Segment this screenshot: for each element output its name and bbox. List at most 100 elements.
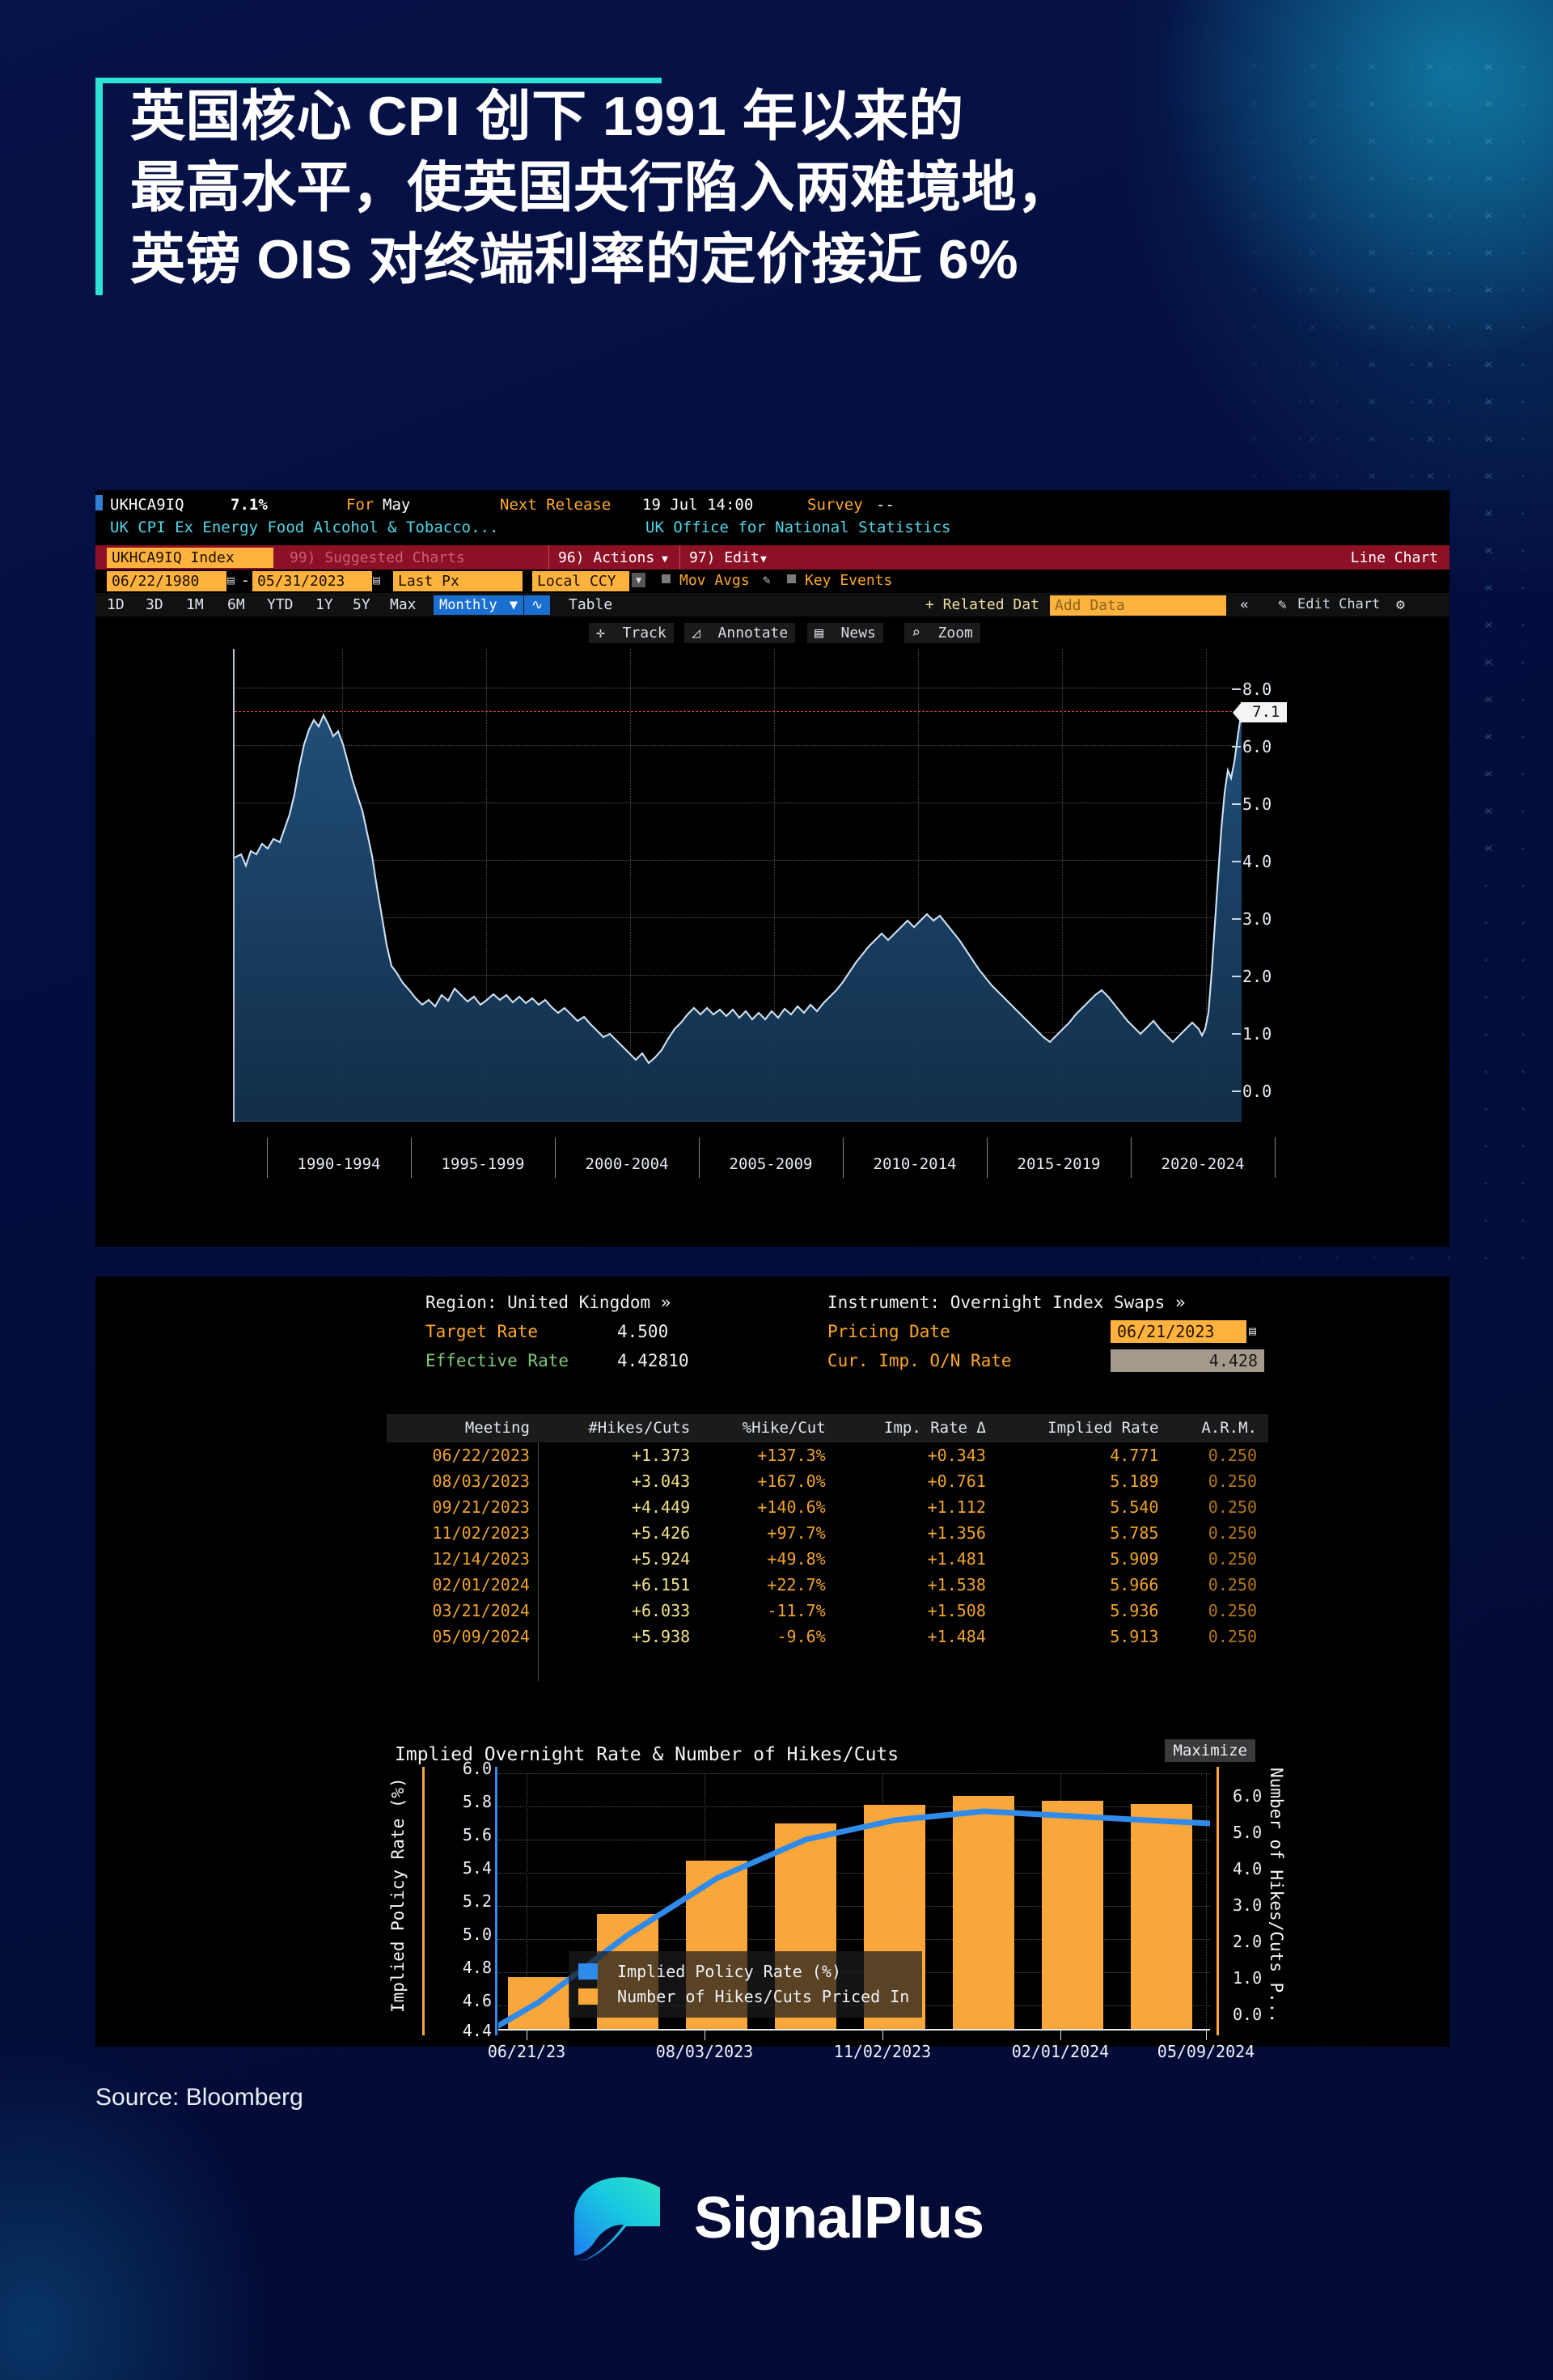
cell-hikes: +6.033	[541, 1598, 701, 1624]
instrument-label[interactable]: Instrument: Overnight Index Swaps »	[827, 1293, 1186, 1312]
chart-type-label: Line Chart	[1351, 549, 1438, 566]
col-imp-rate-delta: Imp. Rate Δ	[837, 1414, 997, 1442]
track-tool[interactable]: ✛ Track	[589, 623, 674, 643]
page-title: 英国核心 CPI 创下 1991 年以来的 最高水平，使英国央行陷入两难境地， …	[95, 78, 1357, 295]
date-from-calendar-icon[interactable]: ▤	[227, 573, 235, 587]
period-ytd[interactable]: YTD	[267, 596, 294, 613]
suggested-charts-button[interactable]: 99) Suggested Charts	[290, 549, 465, 566]
x-tick-1995: 1995-1999	[411, 1155, 555, 1173]
table-row[interactable]: 05/09/2024 +5.938 -9.6% +1.484 5.913 0.2…	[387, 1624, 1268, 1649]
zoom-tool[interactable]: ⌕ Zoom	[904, 623, 980, 643]
cell-meeting: 11/02/2023	[387, 1520, 541, 1546]
related-data-button[interactable]: + Related Dat	[925, 596, 1039, 613]
y-tick-5: 5.0	[1242, 794, 1272, 814]
cell-arm: 0.250	[1170, 1598, 1268, 1624]
gear-icon[interactable]: ⚙	[1396, 596, 1405, 613]
table-row[interactable]: 06/22/2023 +1.373 +137.3% +0.343 4.771 0…	[387, 1442, 1268, 1468]
current-value-badge: 7.1	[1241, 702, 1287, 722]
left-tick-44: 4.4	[463, 2021, 492, 2040]
cell-implied: 5.936	[997, 1598, 1170, 1624]
for-label: For	[346, 496, 374, 514]
period-max[interactable]: Max	[390, 596, 417, 613]
date-to-input[interactable]: 05/31/2023	[252, 571, 372, 591]
cell-implied: 5.540	[997, 1494, 1170, 1520]
table-row[interactable]: 03/21/2024 +6.033 -11.7% +1.508 5.936 0.…	[387, 1598, 1268, 1624]
right-tick-2: 2.0	[1233, 1932, 1262, 1951]
cell-delta: +1.538	[837, 1572, 997, 1598]
collapse-button[interactable]: «	[1240, 596, 1249, 613]
period-1y[interactable]: 1Y	[315, 596, 333, 613]
edit-chart-button[interactable]: Edit Chart	[1297, 596, 1380, 612]
period-3d[interactable]: 3D	[146, 596, 163, 613]
cell-pct: +49.8%	[701, 1546, 837, 1572]
terminal-command-bar: UKHCA9IQ Index 99) Suggested Charts 96) …	[95, 545, 1449, 570]
currency-chevron-down-icon[interactable]: ▼	[632, 573, 645, 587]
edit-chart-pencil-icon[interactable]: ✎	[1278, 596, 1287, 613]
actions-chevron-down-icon[interactable]: ▼	[662, 553, 668, 565]
survey-value: --	[876, 496, 895, 514]
price-type-select[interactable]: Last Px	[393, 571, 523, 591]
key-events-label[interactable]: Key Events	[805, 572, 892, 589]
right-tick-4: 4.0	[1233, 1859, 1262, 1878]
y-tick-4: 4.0	[1242, 852, 1272, 871]
edit-menu[interactable]: 97) Edit	[689, 549, 760, 566]
maximize-button[interactable]: Maximize	[1165, 1739, 1255, 1762]
frequency-label: Monthly	[439, 597, 497, 613]
title-line-3: 英镑 OIS 对终端利率的定价接近 6%	[130, 224, 1073, 295]
col-implied-rate: Implied Rate	[997, 1414, 1170, 1442]
pencil-icon[interactable]: ✎	[763, 572, 771, 587]
period-1d[interactable]: 1D	[107, 596, 125, 613]
col-arm: A.R.M.	[1170, 1414, 1268, 1442]
right-tick-5: 5.0	[1233, 1823, 1262, 1842]
cur-imp-rate-label: Cur. Imp. O/N Rate	[827, 1351, 1012, 1370]
frequency-select[interactable]: Monthly ▼	[434, 595, 523, 615]
pricing-date-input[interactable]: 06/21/2023	[1111, 1320, 1246, 1343]
edit-chevron-down-icon[interactable]: ▼	[760, 553, 767, 565]
survey-label: Survey	[807, 496, 863, 514]
cell-hikes: +4.449	[541, 1494, 701, 1520]
table-row[interactable]: 11/02/2023 +5.426 +97.7% +1.356 5.785 0.…	[387, 1520, 1268, 1546]
y-tick-3: 3.0	[1242, 909, 1272, 929]
right-tick-6: 6.0	[1233, 1786, 1262, 1806]
cpi-chart-x-axis: 1990-1994 1995-1999 2000-2004 2005-2009 …	[233, 1137, 1382, 1186]
next-release-label: Next Release	[500, 496, 611, 514]
x-tick-1990: 1990-1994	[267, 1155, 411, 1173]
pricing-date-label: Pricing Date	[827, 1322, 950, 1341]
actions-menu[interactable]: 96) Actions	[558, 549, 654, 566]
security-field[interactable]: UKHCA9IQ Index	[107, 548, 273, 568]
cell-pct: +22.7%	[701, 1572, 837, 1598]
table-row[interactable]: 12/14/2023 +5.924 +49.8% +1.481 5.909 0.…	[387, 1546, 1268, 1572]
cell-hikes: +6.151	[541, 1572, 701, 1598]
annotate-tool[interactable]: ◿ Annotate	[684, 623, 795, 643]
table-row[interactable]: 09/21/2023 +4.449 +140.6% +1.112 5.540 0…	[387, 1494, 1268, 1520]
pricing-date-calendar-icon[interactable]: ▤	[1249, 1323, 1256, 1338]
x2-tick-2: 11/02/2023	[810, 2042, 955, 2061]
period-5y[interactable]: 5Y	[353, 596, 370, 613]
cell-delta: +0.343	[837, 1442, 997, 1468]
ticker-color-swatch	[95, 495, 103, 510]
key-events-checkbox[interactable]	[787, 572, 801, 587]
left-outer-axis-line	[422, 1767, 425, 2035]
period-1m[interactable]: 1M	[186, 596, 204, 613]
left-tick-56: 5.6	[463, 1825, 492, 1844]
date-from-input[interactable]: 06/22/1980	[107, 571, 226, 591]
table-row[interactable]: 02/01/2024 +6.151 +22.7% +1.538 5.966 0.…	[387, 1572, 1268, 1598]
cell-pct: +167.0%	[701, 1468, 837, 1494]
legend-item-policy-rate: Implied Policy Rate (%)	[578, 1959, 909, 1984]
add-data-input[interactable]: Add Data	[1050, 595, 1226, 616]
ticker-symbol: UKHCA9IQ	[110, 496, 184, 514]
table-view-button[interactable]: Table	[569, 596, 612, 613]
effective-rate-label: Effective Rate	[425, 1351, 569, 1370]
cell-meeting: 12/14/2023	[387, 1546, 541, 1572]
mov-avgs-label[interactable]: Mov Avgs	[679, 572, 750, 589]
mov-avgs-checkbox[interactable]	[662, 572, 675, 587]
region-label[interactable]: Region: United Kingdom »	[425, 1293, 671, 1312]
table-header-row: Meeting #Hikes/Cuts %Hike/Cut Imp. Rate …	[387, 1414, 1268, 1442]
chart-view-toggle[interactable]: ∿	[524, 595, 550, 615]
table-row[interactable]: 08/03/2023 +3.043 +167.0% +0.761 5.189 0…	[387, 1468, 1268, 1494]
currency-select[interactable]: Local CCY	[532, 571, 629, 591]
period-6m[interactable]: 6M	[227, 596, 245, 613]
date-to-calendar-icon[interactable]: ▤	[373, 573, 380, 587]
news-tool[interactable]: ▤ News	[807, 623, 883, 643]
x-tick-2005: 2005-2009	[699, 1155, 843, 1173]
